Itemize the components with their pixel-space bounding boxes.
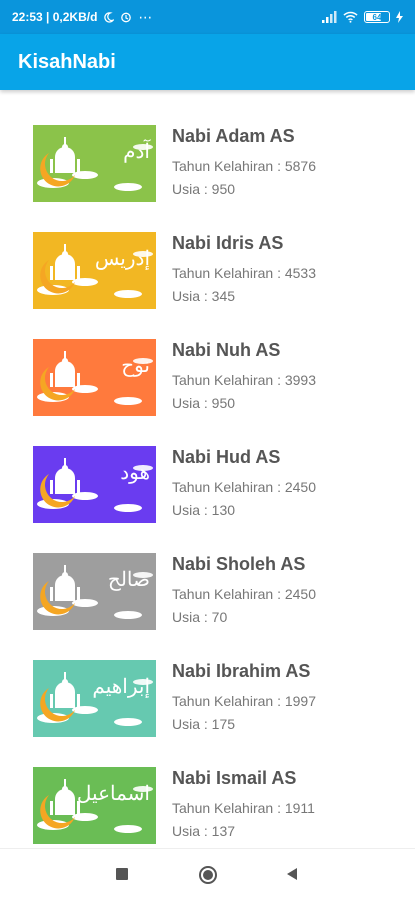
age: Usia : 137	[172, 823, 236, 839]
prophet-name: Nabi Sholeh AS	[172, 554, 306, 574]
signal-icon	[322, 11, 337, 23]
mosque-illustration	[33, 446, 156, 523]
prophet-name: Nabi Idris AS	[172, 233, 284, 253]
list-item[interactable]: هود Nabi Hud AS Tahun Kelahiran : 2450 U…	[0, 411, 415, 523]
list-item[interactable]: إدريس Nabi Idris AS Tahun Kelahiran : 45…	[0, 197, 415, 309]
list-item[interactable]: إبراهيم Nabi Ibrahim AS Tahun Kelahiran …	[0, 625, 415, 737]
square-icon	[116, 868, 128, 880]
birth-year: Tahun Kelahiran : 5876	[172, 158, 316, 174]
age: Usia : 175	[172, 716, 236, 732]
mosque-illustration	[33, 125, 156, 202]
age: Usia : 70	[172, 609, 228, 625]
battery-level: 64	[372, 12, 382, 22]
birth-year: Tahun Kelahiran : 1911	[172, 800, 315, 816]
prophet-thumbnail: إبراهيم	[33, 660, 156, 737]
arabic-name: آدم	[123, 139, 150, 163]
mosque-illustration	[33, 232, 156, 309]
circle-icon	[199, 866, 217, 884]
age: Usia : 950	[172, 395, 236, 411]
age: Usia : 130	[172, 502, 236, 518]
status-time: 22:53 | 0,2KB/d	[12, 10, 98, 24]
arabic-name: نوح	[121, 353, 150, 377]
list-item[interactable]: نوح Nabi Nuh AS Tahun Kelahiran : 3993 U…	[0, 304, 415, 416]
back-button[interactable]	[285, 867, 299, 886]
home-button[interactable]	[198, 865, 218, 890]
prophet-thumbnail: آدم	[33, 125, 156, 202]
list-item[interactable]: آدم Nabi Adam AS Tahun Kelahiran : 5876 …	[0, 90, 415, 202]
arabic-name: هود	[120, 460, 150, 484]
alarm-icon	[120, 11, 132, 23]
navigation-bar	[0, 848, 415, 900]
mosque-illustration	[33, 660, 156, 737]
prophet-name: Nabi Ibrahim AS	[172, 661, 311, 681]
arabic-name: اسماعيل	[76, 781, 150, 805]
age: Usia : 950	[172, 181, 236, 197]
prophet-thumbnail: صالح	[33, 553, 156, 630]
app-title: KisahNabi	[18, 50, 116, 73]
wifi-icon	[343, 11, 358, 23]
birth-year: Tahun Kelahiran : 4533	[172, 265, 316, 281]
prophet-name: Nabi Adam AS	[172, 126, 295, 146]
prophet-thumbnail: اسماعيل	[33, 767, 156, 844]
arabic-name: إدريس	[94, 246, 150, 270]
more-notifications-icon: ⋯	[138, 8, 153, 25]
prophet-name: Nabi Hud AS	[172, 447, 281, 467]
birth-year: Tahun Kelahiran : 1997	[172, 693, 316, 709]
recents-button[interactable]	[115, 867, 129, 886]
list-item[interactable]: اسماعيل Nabi Ismail AS Tahun Kelahiran :…	[0, 732, 415, 844]
mosque-illustration	[33, 553, 156, 630]
prophet-thumbnail: نوح	[33, 339, 156, 416]
charging-icon	[396, 11, 403, 23]
app-bar: KisahNabi	[0, 34, 415, 90]
prophet-thumbnail: إدريس	[33, 232, 156, 309]
age: Usia : 345	[172, 288, 236, 304]
battery-icon: 64	[364, 11, 390, 23]
arabic-name: صالح	[107, 567, 150, 591]
moon-icon	[103, 11, 115, 23]
list-item[interactable]: صالح Nabi Sholeh AS Tahun Kelahiran : 24…	[0, 518, 415, 630]
prophet-name: Nabi Ismail AS	[172, 768, 297, 788]
mosque-illustration	[33, 339, 156, 416]
mosque-illustration	[33, 767, 156, 844]
arabic-name: إبراهيم	[92, 674, 150, 698]
status-bar: 22:53 | 0,2KB/d ⋯ 64	[0, 0, 415, 34]
birth-year: Tahun Kelahiran : 2450	[172, 479, 316, 495]
prophet-list[interactable]: آدم Nabi Adam AS Tahun Kelahiran : 5876 …	[0, 90, 415, 848]
triangle-icon	[287, 868, 297, 880]
birth-year: Tahun Kelahiran : 3993	[172, 372, 316, 388]
prophet-name: Nabi Nuh AS	[172, 340, 281, 360]
birth-year: Tahun Kelahiran : 2450	[172, 586, 316, 602]
prophet-thumbnail: هود	[33, 446, 156, 523]
